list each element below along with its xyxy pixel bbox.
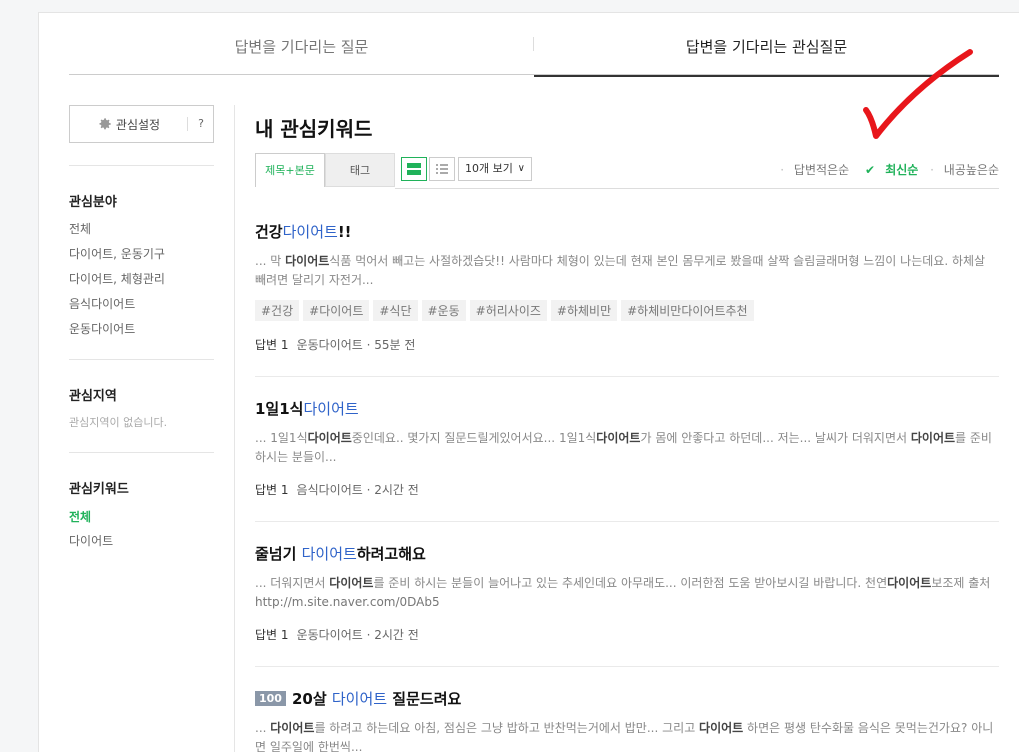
title-keyword: 다이어트 [282,223,338,241]
sidebar-item-field-food[interactable]: 음식다이어트 [69,295,135,312]
title-text: 건강 [255,223,283,241]
title-keyword: 다이어트 [301,545,357,563]
question-title[interactable]: 100 20살 다이어트 질문드려요 [255,688,999,709]
sidebar-item-field-exercise[interactable]: 운동다이어트 [69,320,135,337]
content-panel: 답변을 기다리는 질문 답변을 기다리는 관심질문 관심설정 ? 관심분야 전체… [38,12,1019,752]
points-badge: 100 [255,691,286,706]
interest-settings-button[interactable]: 관심설정 ? [69,105,214,143]
chevron-down-icon: ∨ [517,163,525,174]
sort-dot: · [780,163,785,177]
tag[interactable]: #운동 [421,300,466,321]
tab-tag[interactable]: 태그 [325,153,395,187]
question-item: 줄넘기 다이어트하려고해요 ... 더워지면서 다이어트를 준비 하시는 분들이… [255,543,999,643]
question-snippet: ... 다이어트를 하려고 하는데요 아침, 점심은 그냥 밥하고 반찬먹는거에… [255,721,994,752]
item-divider [255,521,999,522]
question-title[interactable]: 줄넘기 다이어트하려고해요 [255,543,999,564]
title-text: !! [337,223,352,241]
sidebar-item-keyword-diet[interactable]: 다이어트 [69,532,113,549]
filter-divider [395,188,999,189]
title-text: 1일1식 [255,400,304,418]
check-icon: ✔ [864,163,875,177]
question-snippet: ... 막 다이어트식품 먹어서 빼고는 사절하겠습닷!! 사람마다 체형이 있… [255,254,986,287]
tab-title-body[interactable]: 제목+본문 [255,153,325,187]
sidebar-divider [69,165,214,166]
sort-dot: · [930,163,934,177]
sort-highest-points[interactable]: 내공높은순 [944,163,999,177]
per-page-select[interactable]: 10개 보기 ∨ [458,157,532,181]
region-empty-text: 관심지역이 없습니다. [69,416,168,429]
tag[interactable]: #다이어트 [303,300,370,321]
question-snippet: ... 더워지면서 다이어트를 준비 하시는 분들이 늘어나고 있는 추세인데요… [255,576,991,609]
per-page-value: 10개 보기 [465,162,513,175]
item-divider [255,666,999,667]
sidebar-divider [69,359,214,360]
list-view-icon [436,164,448,174]
help-button[interactable]: ? [188,106,214,142]
tag[interactable]: #하체비만 [550,300,618,321]
sidebar-item-keyword-all[interactable]: 전체 [69,508,91,525]
sidebar-item-field-all[interactable]: 전체 [69,220,91,237]
sidebar-item-field-equipment[interactable]: 다이어트, 운동기구 [69,245,165,262]
question-item: 100 20살 다이어트 질문드려요 ... 다이어트를 하려고 하는데요 아침,… [255,688,999,752]
title-keyword: 다이어트 [331,690,388,708]
sidebar-separator [234,105,235,752]
title-text: 질문드려요 [387,690,462,708]
answer-count: 답변 1 [255,628,289,642]
settings-label: 관심설정 [115,117,161,132]
sidebar-divider [69,452,214,453]
question-item: 건강다이어트!! ... 막 다이어트식품 먹어서 빼고는 사절하겠습닷!! 사… [255,221,999,353]
question-title[interactable]: 1일1식다이어트 [255,398,999,419]
sort-latest-label: 최신순 [885,163,919,177]
title-keyword: 다이어트 [303,400,359,418]
sort-options: · 답변적은순 ✔ 최신순 · 내공높은순 [772,161,999,178]
question-item: 1일1식다이어트 ... 1일1식다이어트중인데요.. 몇가지 질문드릴게있어서… [255,398,999,498]
title-text: 20살 [291,690,332,708]
card-view-icon [407,163,421,175]
question-tabs: 답변을 기다리는 질문 답변을 기다리는 관심질문 [69,13,999,77]
tag-list: #건강 #다이어트 #식단 #운동 #허리사이즈 #하체비만 #하체비만다이어트추천 [255,300,999,322]
question-snippet: ... 1일1식다이어트중인데요.. 몇가지 질문드릴게있어서요... 1일1식… [255,431,992,464]
tag[interactable]: #하체비만다이어트추천 [621,300,754,321]
tab-waiting-questions[interactable]: 답변을 기다리는 질문 [69,13,534,75]
interest-keyword-title: 관심키워드 [69,482,129,497]
question-category[interactable]: 운동다이어트 [297,338,363,352]
question-time: · 55분 전 [366,338,416,352]
page-title: 내 관심키워드 [255,117,373,141]
title-text: 하려고해요 [356,545,426,563]
question-category[interactable]: 음식다이어트 [297,483,363,497]
question-time: · 2시간 전 [366,628,419,642]
tag[interactable]: #건강 [255,300,300,321]
answer-count: 답변 1 [255,483,289,497]
tag[interactable]: #허리사이즈 [469,300,547,321]
tab-waiting-interest-questions[interactable]: 답변을 기다리는 관심질문 [534,13,999,77]
interest-region-title: 관심지역 [69,389,117,404]
sort-latest[interactable]: ✔ 최신순 [859,163,918,177]
question-meta: 답변 1 운동다이어트 · 55분 전 [255,336,999,353]
item-divider [255,376,999,377]
answer-count: 답변 1 [255,338,289,352]
sort-fewest-answers[interactable]: 답변적은순 [794,163,849,177]
tag[interactable]: #식단 [373,300,418,321]
card-view-button[interactable] [401,157,427,181]
list-view-button[interactable] [429,157,455,181]
sidebar-item-field-body[interactable]: 다이어트, 체형관리 [69,270,165,287]
title-text: 줄넘기 [255,545,302,563]
question-meta: 답변 1 음식다이어트 · 2시간 전 [255,481,999,498]
gear-icon [99,118,111,130]
question-time: · 2시간 전 [366,483,419,497]
settings-main[interactable]: 관심설정 [70,106,188,142]
question-category[interactable]: 운동다이어트 [297,628,363,642]
interest-field-title: 관심분야 [69,195,117,210]
question-title[interactable]: 건강다이어트!! [255,221,999,242]
question-meta: 답변 1 운동다이어트 · 2시간 전 [255,626,999,643]
